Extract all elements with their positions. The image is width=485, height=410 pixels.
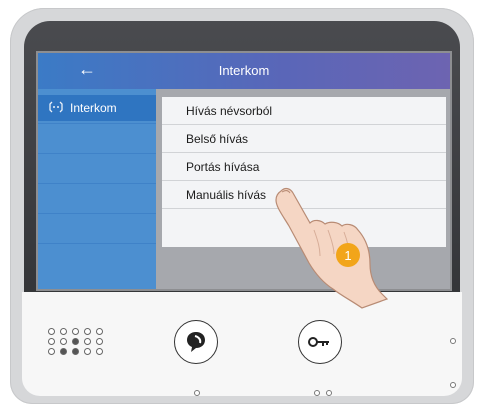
step-number: 1 — [344, 248, 351, 263]
menu-item-label: Hívás névsorból — [186, 103, 273, 118]
page-title: Interkom — [218, 63, 270, 78]
pointing-hand-illustration: 1 — [248, 160, 418, 310]
intercom-icon — [48, 100, 64, 117]
sidebar: Interkom — [38, 89, 156, 289]
unlock-button[interactable] — [298, 320, 342, 364]
sidebar-divider — [38, 123, 156, 124]
indicator-led — [450, 338, 456, 344]
menu-item-hivas-nevsorbol[interactable]: Hívás névsorból — [162, 97, 446, 125]
indicator-led — [326, 390, 332, 396]
menu-item-label: Belső hívás — [186, 131, 249, 146]
key-icon — [299, 337, 341, 367]
indicator-led — [314, 390, 320, 396]
sidebar-divider — [38, 183, 156, 184]
menu-item-belso-hivas[interactable]: Belső hívás — [162, 125, 446, 153]
indicator-led — [450, 382, 456, 388]
sidebar-divider — [38, 243, 156, 244]
speaker-grille — [48, 328, 112, 372]
indicator-led — [194, 390, 200, 396]
sidebar-item-label: Interkom — [70, 101, 117, 115]
talk-icon — [175, 332, 217, 367]
sidebar-divider — [38, 213, 156, 214]
sidebar-item-interkom[interactable]: Interkom — [38, 95, 156, 121]
sidebar-divider — [38, 153, 156, 154]
talk-button[interactable] — [174, 320, 218, 364]
header-bar: ← Interkom — [38, 53, 450, 89]
